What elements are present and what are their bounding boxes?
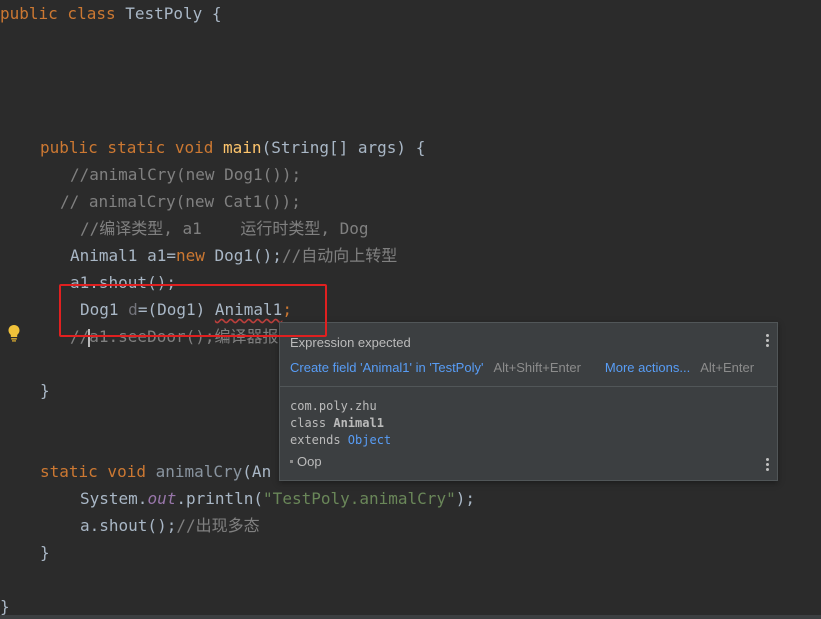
static-field: out	[147, 489, 177, 508]
code-text: );	[455, 489, 475, 508]
method-name: animalCry	[155, 462, 243, 481]
keyword: static void	[40, 462, 156, 481]
comment: //自动向上转型	[281, 246, 398, 265]
doc-keyword: extends	[290, 433, 348, 447]
more-actions-shortcut: Alt+Enter	[700, 360, 755, 375]
code-line-a-shout[interactable]: a.shout();//出现多态	[80, 515, 260, 537]
more-vertical-icon[interactable]	[765, 334, 769, 347]
code-text: Animal1 a1=	[70, 246, 176, 265]
comment: //出现多态	[176, 516, 260, 535]
code-line-comment[interactable]: // animalCry(new Cat1());	[60, 191, 301, 213]
popup-title: Expression expected	[290, 335, 411, 350]
doc-keyword: class	[290, 416, 334, 430]
code-text: Dog1();	[204, 246, 282, 265]
create-field-shortcut: Alt+Shift+Enter	[493, 360, 581, 375]
doc-extends-line: extends Object	[290, 432, 391, 449]
keyword: new	[175, 246, 205, 265]
module-info: Oop	[290, 454, 322, 469]
popup-actions: Create field 'Animal1' in 'TestPoly' Alt…	[290, 360, 760, 375]
quick-doc: com.poly.zhu class Animal1 extends Objec…	[290, 398, 391, 449]
doc-class-name: Animal1	[333, 416, 384, 430]
code-text: .println(	[176, 489, 264, 508]
code-line-comment[interactable]: //编译类型, a1 运行时类型, Dog	[80, 218, 369, 240]
lightbulb-icon[interactable]	[6, 324, 22, 342]
module-icon	[290, 460, 293, 463]
module-name: Oop	[297, 454, 322, 469]
code-line-class-decl[interactable]: public class TestPoly {	[0, 3, 222, 25]
code-text: System.	[80, 489, 148, 508]
horizontal-scrollbar[interactable]	[0, 615, 821, 619]
doc-package: com.poly.zhu	[290, 399, 377, 413]
code-line-brace[interactable]: }	[40, 380, 50, 402]
class-name: TestPoly	[125, 4, 203, 23]
code-line-brace[interactable]: }	[40, 542, 50, 564]
keyword: public class	[0, 4, 126, 23]
code-line-upcast[interactable]: Animal1 a1=new Dog1();//自动向上转型	[70, 245, 397, 267]
code-editor[interactable]: public class TestPoly { public static vo…	[0, 0, 821, 619]
code-line-animalcry-decl[interactable]: static void animalCry(An	[40, 461, 271, 483]
doc-class-line: class Animal1	[290, 415, 391, 432]
params: (String[] args) {	[261, 138, 426, 157]
keyword: public static void	[40, 138, 224, 157]
params: (An	[242, 462, 272, 481]
method-name: main	[223, 138, 262, 157]
doc-superclass-link[interactable]: Object	[348, 433, 391, 447]
brace: {	[202, 4, 222, 23]
code-line-comment[interactable]: //animalCry(new Dog1());	[70, 164, 301, 186]
error-tooltip-popup: Expression expected Create field 'Animal…	[279, 322, 778, 481]
code-text: a.shout();	[80, 516, 177, 535]
string-literal: "TestPoly.animalCry"	[263, 489, 456, 508]
more-actions-link[interactable]: More actions...	[605, 360, 690, 375]
highlight-box	[59, 284, 327, 337]
popup-divider	[280, 386, 777, 387]
code-line-println[interactable]: System.out.println("TestPoly.animalCry")…	[80, 488, 475, 510]
more-vertical-icon[interactable]	[766, 458, 769, 471]
code-line-main-decl[interactable]: public static void main(String[] args) {	[40, 137, 425, 159]
create-field-action[interactable]: Create field 'Animal1' in 'TestPoly'	[290, 360, 483, 375]
